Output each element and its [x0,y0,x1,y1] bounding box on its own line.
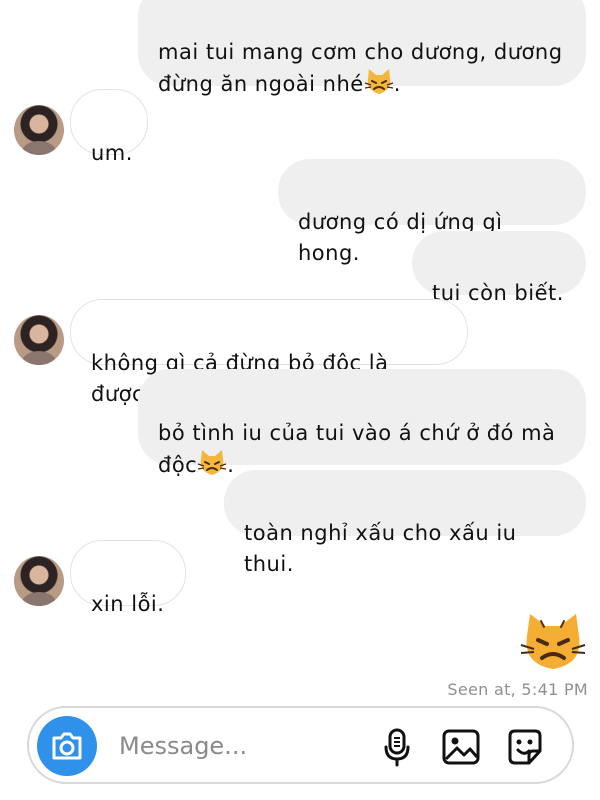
message-bubble-outgoing[interactable]: toàn nghỉ xấu cho xấu iu thui. [224,470,586,576]
microphone-icon [384,728,410,767]
contact-avatar[interactable] [14,556,64,606]
message-punctuation: . [227,453,235,477]
sticker-button[interactable] [504,726,546,768]
seen-status: Seen at, 5:41 PM [447,680,588,699]
message-bubble-outgoing[interactable]: bỏ tình iu của tui vào á chứ ở đó mà độc… [138,369,586,477]
contact-avatar[interactable] [14,315,64,365]
microphone-button[interactable] [376,726,418,768]
gallery-button[interactable] [440,726,482,768]
message-bubble-incoming[interactable]: xin lỗi. [70,540,186,616]
message-text: xin lỗi. [91,592,165,616]
message-bubble-incoming[interactable]: không gì cả đừng bỏ độc là được. [70,299,468,406]
camera-icon [52,732,82,760]
contact-avatar[interactable] [14,105,64,155]
message-bubble-outgoing[interactable]: mai tui mang cơm cho dương, dương đừng ă… [138,0,586,96]
message-text: um. [91,141,133,165]
message-bubble-incoming[interactable]: um. [70,89,148,165]
pouting-cat-emoji [197,449,227,477]
message-text: tui còn biết. [432,281,564,305]
sticker-icon [508,729,542,765]
pouting-cat-sticker[interactable] [520,612,586,672]
image-icon [442,729,480,765]
message-input[interactable] [119,726,359,766]
message-composer [27,706,574,784]
pouting-cat-emoji [364,68,394,96]
message-text: toàn nghỉ xấu cho xấu iu thui. [244,521,517,576]
message-bubble-outgoing[interactable]: tui còn biết. [412,231,586,305]
message-bubble-outgoing[interactable]: dương có dị ứng gì hong. [278,159,586,265]
camera-button[interactable] [37,716,97,776]
message-thread: mai tui mang cơm cho dương, dương đừng ă… [0,0,600,700]
message-punctuation: . [393,72,401,96]
message-text: mai tui mang cơm cho dương, dương đừng ă… [158,40,563,96]
